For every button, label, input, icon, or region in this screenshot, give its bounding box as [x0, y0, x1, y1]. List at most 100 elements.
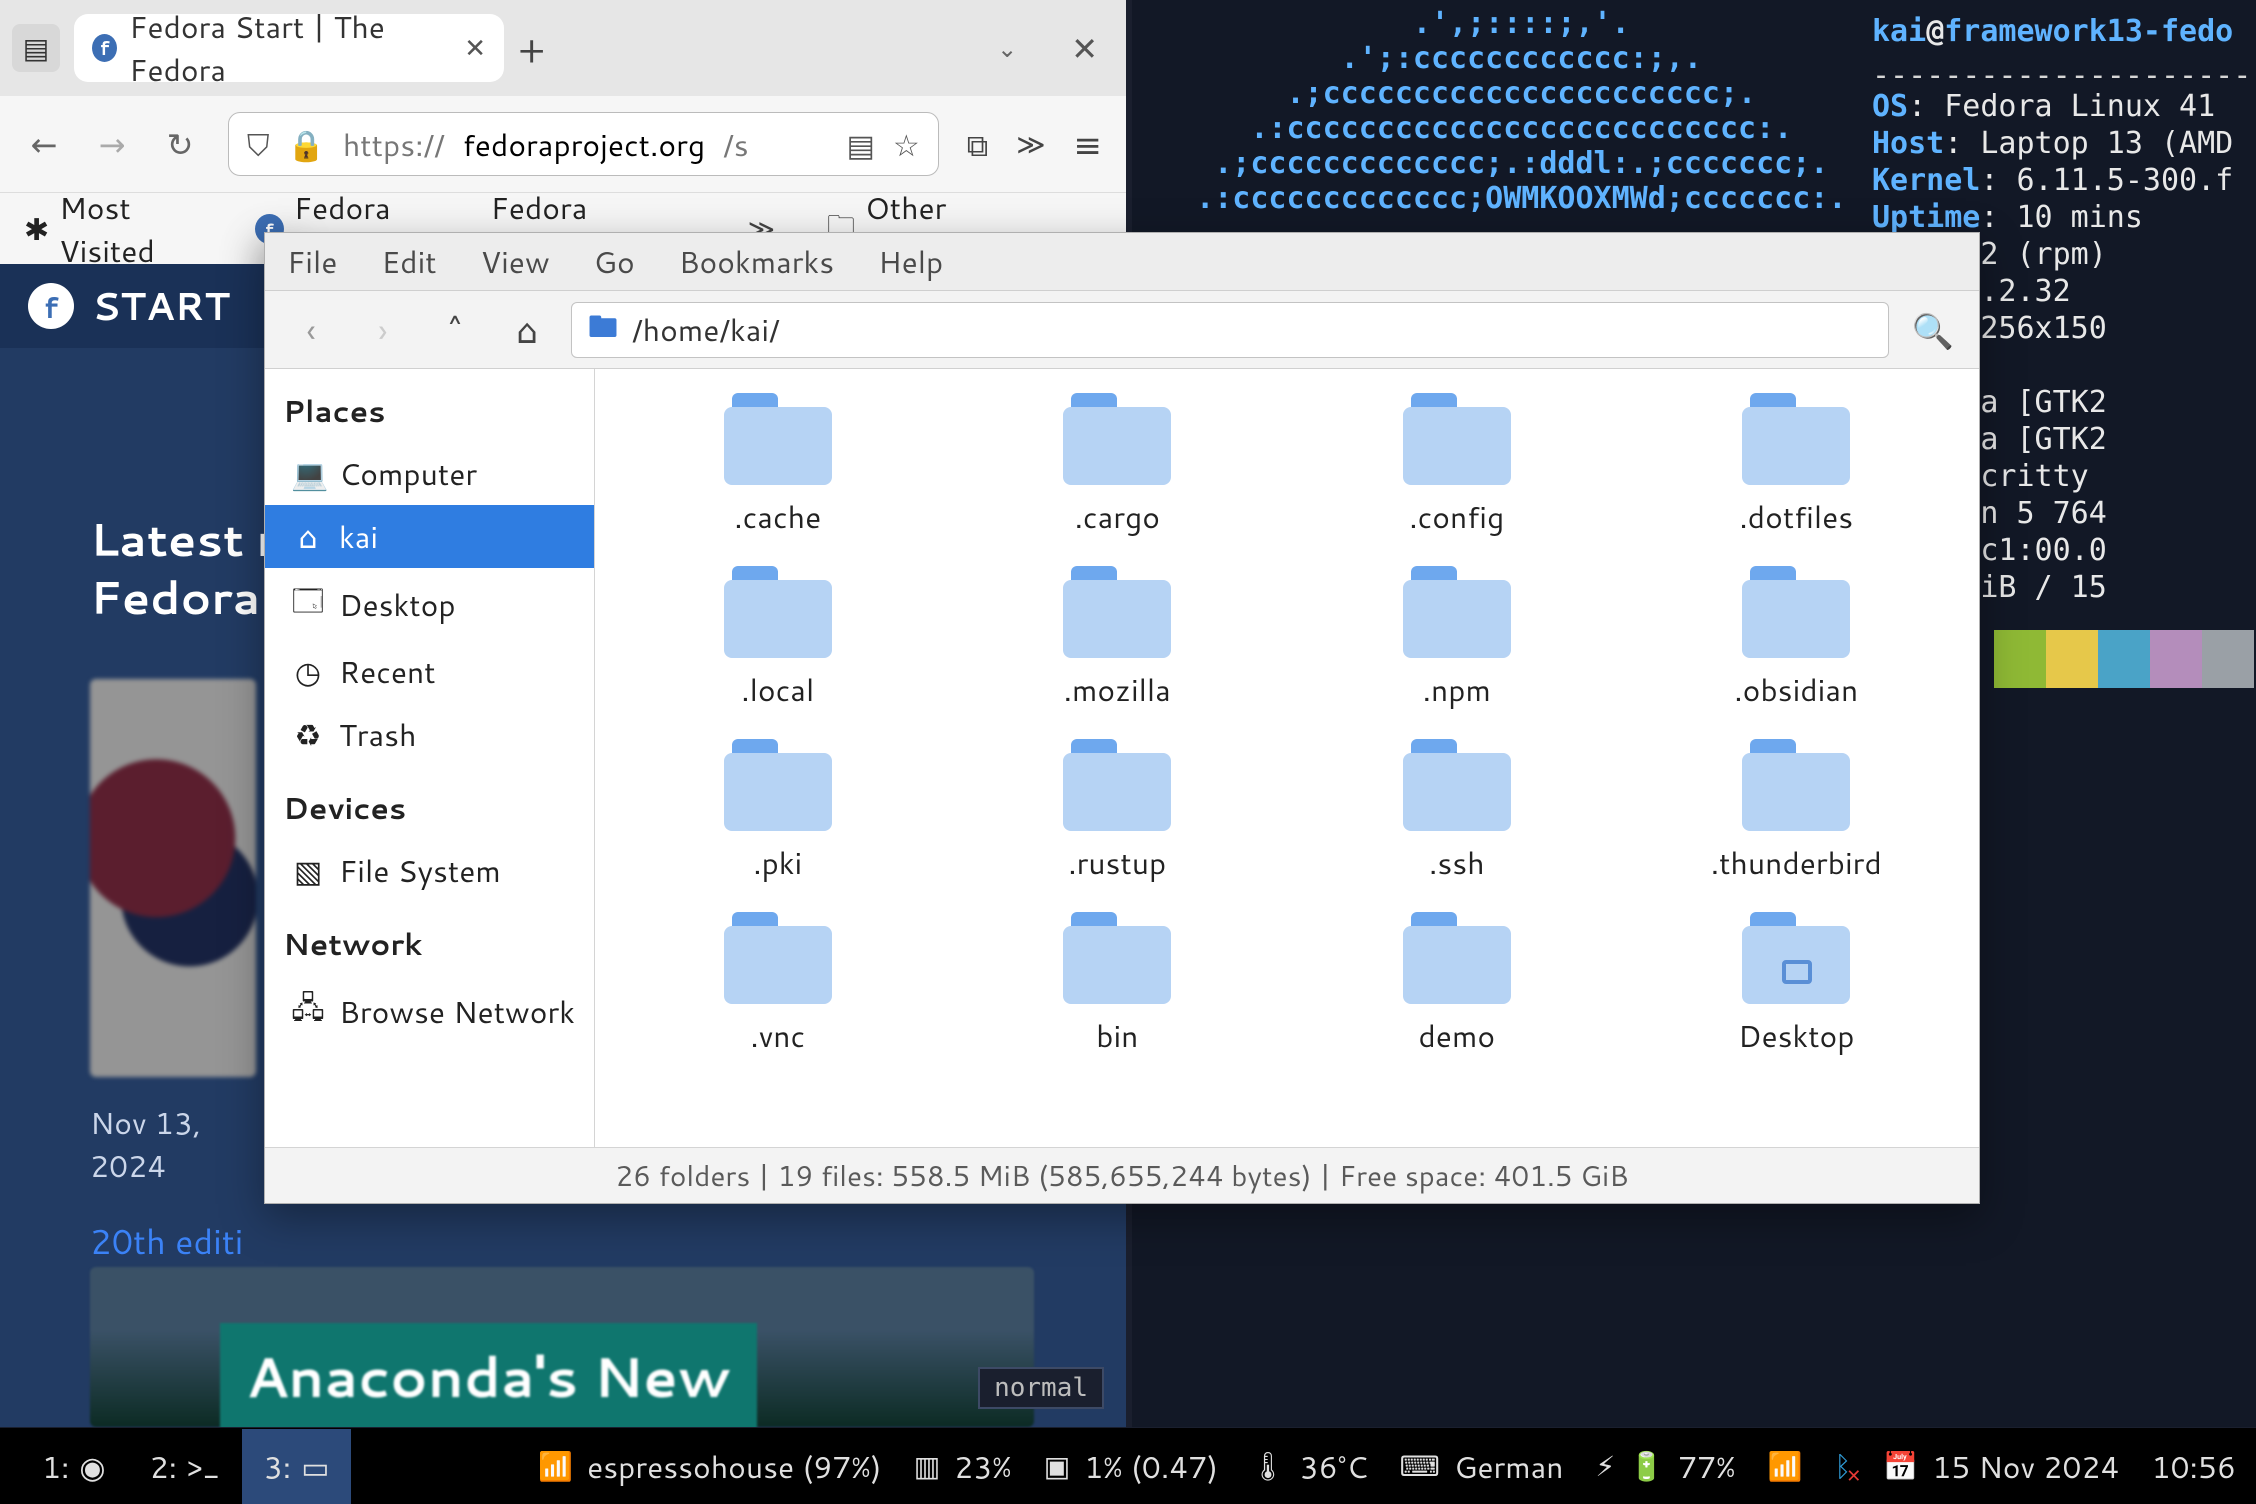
path-bar[interactable]: 🖿 /home/kai/ — [571, 302, 1889, 358]
folder-icon — [1742, 739, 1850, 831]
menu-view[interactable]: View — [481, 240, 550, 283]
folder-dotfiles[interactable]: .dotfiles — [1632, 393, 1962, 538]
search-button[interactable]: 🔍 — [1905, 302, 1961, 358]
fedora-favicon-icon: f — [92, 34, 117, 62]
folder-icon — [1403, 393, 1511, 485]
workspace-1[interactable]: 1:◉ — [20, 1429, 128, 1504]
file-manager-window: File Edit View Go Bookmarks Help ‹ › ˄ ⌂ 🖿 /h… — [264, 232, 1980, 1204]
folder-cargo[interactable]: .cargo — [953, 393, 1283, 538]
sidebar-item-desktop[interactable]: 🗔 Desktop — [265, 568, 594, 640]
sidebar-item-trash[interactable]: ♻ Trash — [265, 703, 594, 766]
workspace-switcher: 1:◉ 2:>_ 3:▭ — [20, 1429, 351, 1504]
tab-title: Fedora Start | The Fedora — [129, 5, 452, 91]
nav-forward-button[interactable]: › — [355, 302, 411, 358]
battery-icon: 🔋 — [1629, 1446, 1664, 1486]
menu-edit[interactable]: Edit — [381, 240, 436, 283]
folder-pki[interactable]: .pki — [613, 739, 943, 884]
url-path: /s — [723, 123, 749, 166]
folder-icon — [1063, 393, 1171, 485]
url-host: fedoraproject.org — [463, 123, 705, 166]
sidebar-item-kai[interactable]: ⌂ kai — [265, 505, 594, 568]
tab-close-icon[interactable]: ✕ — [464, 30, 486, 66]
folder-config[interactable]: .config — [1292, 393, 1622, 538]
folder-cache[interactable]: .cache — [613, 393, 943, 538]
nav-back-button[interactable]: ← — [24, 122, 64, 167]
folder-ssh[interactable]: .ssh — [1292, 739, 1622, 884]
news-card[interactable]: Nov 13, 2024 20th editi — [90, 679, 256, 1265]
cpu-indicator[interactable]: ▣1% (0.47) — [1044, 1445, 1218, 1488]
folder-mozilla[interactable]: .mozilla — [953, 566, 1283, 711]
keyboard-indicator[interactable]: ⌨German — [1400, 1445, 1564, 1488]
bookmark-most-visited[interactable]: ✱ Most Visited — [24, 186, 229, 272]
sidebar-item-file-system[interactable]: ▧ File System — [265, 839, 594, 902]
bookmark-star-icon[interactable]: ☆ — [893, 123, 920, 166]
folder-icon — [724, 393, 832, 485]
folder-vnc[interactable]: .vnc — [613, 912, 943, 1057]
folder-obsidian[interactable]: .obsidian — [1632, 566, 1962, 711]
folder-bin[interactable]: bin — [953, 912, 1283, 1057]
hamburger-menu-icon[interactable]: ≡ — [1074, 120, 1103, 168]
menu-file[interactable]: File — [287, 240, 337, 283]
folder-thunderbird[interactable]: .thunderbird — [1632, 739, 1962, 884]
toolbar-overflow-icon[interactable]: ≫ — [1016, 124, 1045, 164]
time-indicator[interactable]: 10:56 — [2151, 1445, 2236, 1488]
sidebar-icon: ♻ — [291, 713, 325, 756]
devices-heading: Devices — [265, 766, 594, 839]
fedora-icon: ◉ — [79, 1445, 105, 1488]
sidebar-icon: 💻 — [291, 452, 325, 495]
browser-toolbar: ← → ↻ ⛉ 🔒 https:// fedoraproject.org/s ▤ … — [0, 96, 1126, 192]
folder-npm[interactable]: .npm — [1292, 566, 1622, 711]
wifi-indicator[interactable]: 📶espressohouse (97%) — [538, 1445, 881, 1488]
all-tabs-dropdown[interactable]: ⌄ — [997, 31, 1017, 65]
folder-desktop[interactable]: Desktop — [1632, 912, 1962, 1057]
nav-home-button[interactable]: ⌂ — [499, 302, 555, 358]
temp-indicator[interactable]: 🌡36°C — [1250, 1445, 1368, 1488]
folder-icon — [1403, 912, 1511, 1004]
menu-bookmarks[interactable]: Bookmarks — [679, 240, 834, 283]
reload-button[interactable]: ↻ — [160, 122, 200, 167]
folder-demo[interactable]: demo — [1292, 912, 1622, 1057]
history-sidebar-button[interactable]: ▤ — [12, 24, 60, 72]
sidebar-item-recent[interactable]: ◷ Recent — [265, 640, 594, 703]
file-grid[interactable]: .cache .cargo .config .dotfiles .local .… — [595, 369, 1979, 1147]
file-manager-toolbar: ‹ › ˄ ⌂ 🖿 /home/kai/ 🔍 — [265, 291, 1979, 369]
path-text: /home/kai/ — [632, 308, 780, 351]
places-heading: Places — [265, 369, 594, 442]
shield-icon[interactable]: ⛉ — [247, 123, 270, 166]
folder-icon: 🖿 — [588, 304, 618, 356]
new-tab-button[interactable]: + — [518, 20, 545, 77]
gear-icon: ✱ — [24, 207, 49, 250]
news-card-2[interactable]: Anaconda's New — [90, 1267, 1034, 1427]
battery-indicator[interactable]: ⚡🔋77% — [1596, 1445, 1736, 1488]
folder-rustup[interactable]: .rustup — [953, 739, 1283, 884]
menu-go[interactable]: Go — [594, 240, 635, 283]
sidebar-item-browse-network[interactable]: 🖧 Browse Network — [265, 975, 594, 1047]
file-manager-sidebar: Places 💻 Computer ⌂ kai 🗔 Desktop ◷ Rece… — [265, 369, 595, 1147]
window-close-button[interactable]: ✕ — [1071, 26, 1098, 71]
bluetooth-off-icon[interactable]: ᛒ — [1835, 1446, 1852, 1486]
date-indicator[interactable]: 📅15 Nov 2024 — [1883, 1445, 2119, 1488]
reader-mode-icon[interactable]: ▤ — [847, 123, 875, 166]
menu-help[interactable]: Help — [878, 240, 943, 283]
browser-tab-active[interactable]: f Fedora Start | The Fedora ✕ — [74, 14, 504, 82]
news-date: Nov 13, 2024 — [90, 1101, 256, 1187]
calendar-icon: 📅 — [1883, 1446, 1918, 1486]
sidebar-icon: 🖧 — [291, 985, 325, 1037]
nav-forward-button[interactable]: → — [92, 122, 132, 167]
status-bar: 26 folders | 19 files: 558.5 MiB (585,65… — [265, 1147, 1979, 1203]
ram-indicator[interactable]: ▥23% — [914, 1445, 1012, 1488]
cellular-icon[interactable]: 📶 — [1768, 1446, 1803, 1486]
sidebar-item-computer[interactable]: 💻 Computer — [265, 442, 594, 505]
url-scheme: https:// — [343, 123, 445, 166]
news-title: 20th editi — [90, 1217, 256, 1265]
workspace-3[interactable]: 3:▭ — [242, 1429, 352, 1504]
lock-icon[interactable]: 🔒 — [288, 123, 325, 166]
workspace-2[interactable]: 2:>_ — [128, 1429, 242, 1504]
address-bar[interactable]: ⛉ 🔒 https:// fedoraproject.org/s ▤ ☆ — [228, 112, 939, 176]
nav-back-button[interactable]: ‹ — [283, 302, 339, 358]
nav-up-button[interactable]: ˄ — [427, 302, 483, 358]
folder-local[interactable]: .local — [613, 566, 943, 711]
extensions-icon[interactable]: ⧉ — [967, 123, 988, 166]
folder-icon — [1063, 912, 1171, 1004]
fedora-logo-icon: f — [28, 283, 74, 329]
